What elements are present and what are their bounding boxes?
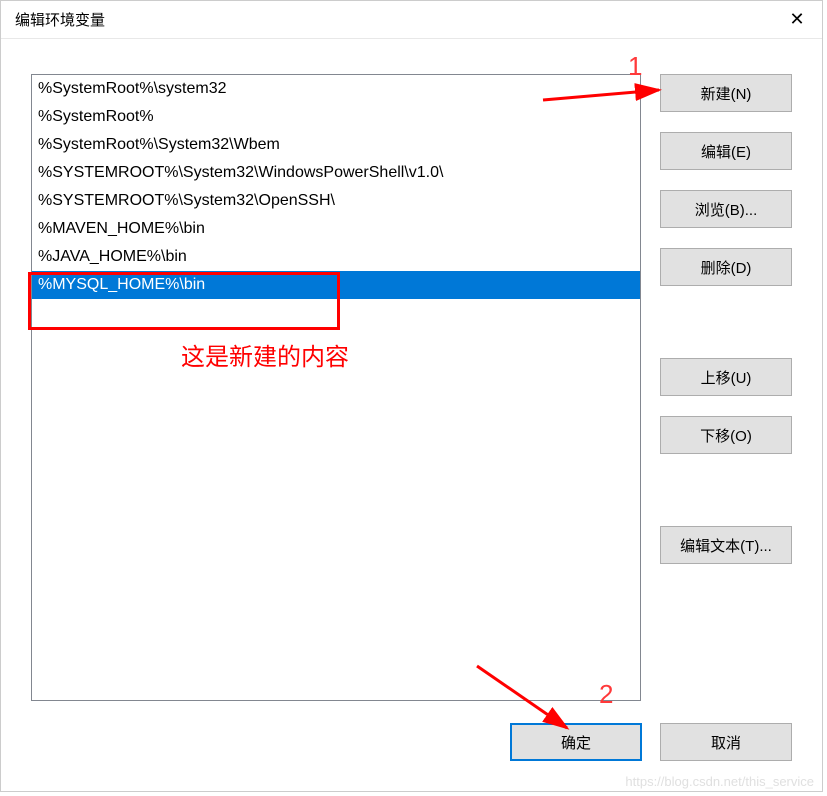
close-button[interactable]: ✕ — [772, 1, 822, 37]
path-list-item[interactable]: %SystemRoot%\system32 — [32, 75, 640, 103]
movedown-button[interactable]: 下移(O) — [660, 416, 792, 454]
bottom-button-row: 确定 取消 — [510, 723, 792, 761]
ok-button[interactable]: 确定 — [510, 723, 642, 761]
browse-button[interactable]: 浏览(B)... — [660, 190, 792, 228]
delete-button[interactable]: 删除(D) — [660, 248, 792, 286]
titlebar[interactable]: 编辑环境变量 ✕ — [1, 1, 822, 39]
edittext-button[interactable]: 编辑文本(T)... — [660, 526, 792, 564]
annotation-number-1: 1 — [628, 51, 642, 82]
path-list-item[interactable]: %SYSTEMROOT%\System32\OpenSSH\ — [32, 187, 640, 215]
path-list-item[interactable]: %JAVA_HOME%\bin — [32, 243, 640, 271]
path-list-item[interactable]: %MAVEN_HOME%\bin — [32, 215, 640, 243]
path-listbox[interactable]: %SystemRoot%\system32%SystemRoot%%System… — [31, 74, 641, 701]
dialog-title: 编辑环境变量 — [15, 9, 105, 30]
path-list-item[interactable]: %SYSTEMROOT%\System32\WindowsPowerShell\… — [32, 159, 640, 187]
new-button[interactable]: 新建(N) — [660, 74, 792, 112]
path-list-item[interactable]: %MYSQL_HOME%\bin — [32, 271, 640, 299]
button-column: 新建(N) 编辑(E) 浏览(B)... 删除(D) 上移(U) 下移(O) 编… — [660, 74, 792, 564]
path-list-item[interactable]: %SystemRoot%\System32\Wbem — [32, 131, 640, 159]
path-list-item[interactable]: %SystemRoot% — [32, 103, 640, 131]
dialog-window: 编辑环境变量 ✕ %SystemRoot%\system32%SystemRoo… — [0, 0, 823, 792]
cancel-button[interactable]: 取消 — [660, 723, 792, 761]
moveup-button[interactable]: 上移(U) — [660, 358, 792, 396]
close-icon: ✕ — [789, 9, 804, 30]
annotation-text: 这是新建的内容 — [181, 337, 349, 372]
watermark: https://blog.csdn.net/this_service — [625, 774, 814, 789]
content-area: %SystemRoot%\system32%SystemRoot%%System… — [31, 74, 792, 761]
edit-button[interactable]: 编辑(E) — [660, 132, 792, 170]
annotation-number-2: 2 — [599, 679, 613, 710]
